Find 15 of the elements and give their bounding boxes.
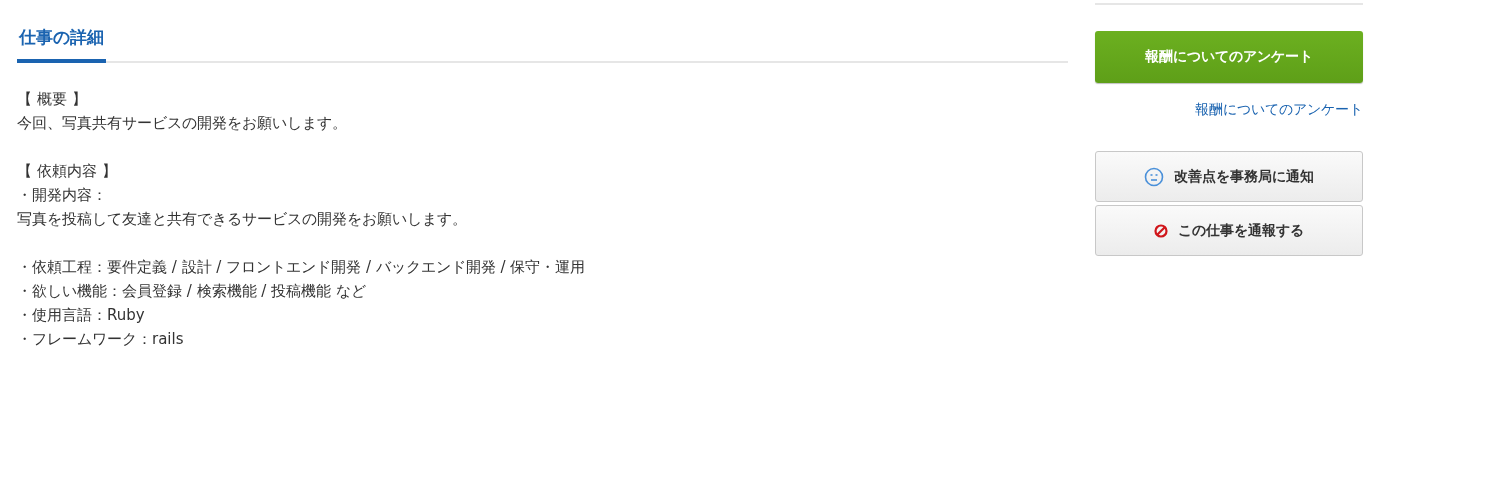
description-line: ・依頼工程：要件定義 / 設計 / フロントエンド開発 / バックエンド開発 / 保守・運用 [17,257,587,278]
neutral-face-icon [1144,166,1164,187]
feedback-button[interactable]: 改善点を事務局に通知 [1095,151,1363,202]
section-title: 仕事の詳細 [17,26,106,63]
prohibited-icon [1154,223,1168,238]
description-line: 写真を投稿して友達と共有できるサービスの開発をお願いします。 [17,209,468,230]
description-line: ・使用言語：Ruby [17,305,146,326]
survey-link[interactable]: 報酬についてのアンケート [1195,101,1363,119]
description-line: ・開発内容： [17,185,108,206]
description-line: ・欲しい機能：会員登録 / 検索機能 / 投稿機能 など [17,281,367,302]
report-button[interactable]: この仕事を通報する [1095,205,1363,256]
description-line: ・フレームワーク：rails [17,329,185,350]
description-line: 【 依頼内容 】 [17,161,118,182]
description-line: 今回、写真共有サービスの開発をお願いします。 [17,113,348,134]
description-line: 【 概要 】 [17,89,88,110]
